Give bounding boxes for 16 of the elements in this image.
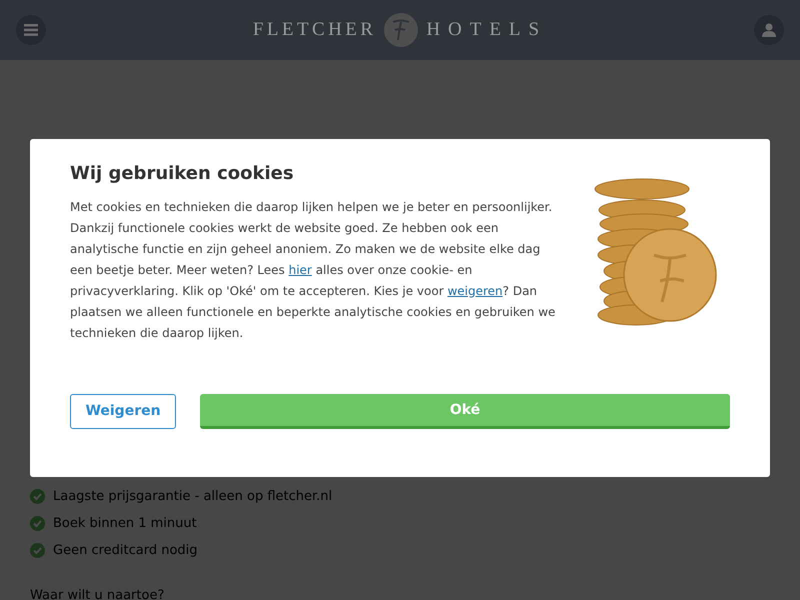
benefit-text: Geen creditcard nodig — [53, 542, 198, 560]
user-icon — [762, 23, 776, 37]
dialog-title: Wij gebruiken cookies — [70, 163, 295, 185]
text-link[interactable]: hier — [288, 262, 312, 277]
decline-button[interactable]: Weigeren — [70, 394, 176, 429]
logo-text: HOTELS — [426, 18, 548, 42]
benefit-text: Boek binnen 1 minuut — [53, 514, 197, 533]
logo-emblem-icon — [384, 13, 418, 47]
dialog-text: Met cookies en technieken die daarop lijken helpen we je beter en persoonlijker. Dankzij functionele cookies werkt de website goed. Ze hebben ook een analytische functie en zijn geheel anoniem. Zo maken we de website elke dag een beetje beter. Meer weten? Lees hier alles over onze cookie- en privacyverklaring. Klik op 'Oké' om te accepteren. Kies je voor weigeren? Dan plaatsen we alleen functionele en beperkte analytische cookies en gebruiken we technieken die daarop lijken. — [70, 198, 556, 342]
account-button[interactable] — [754, 15, 784, 45]
benefit-text: Laagste prijsgarantie - alleen op fletcher.nl — [53, 488, 332, 506]
logo-text: FLETCHER — [252, 18, 376, 42]
menu-icon — [24, 24, 38, 36]
question-text: Waar wilt u naartoe? — [29, 587, 166, 600]
menu-button[interactable] — [16, 15, 46, 45]
text-link[interactable]: weigeren — [447, 284, 503, 298]
